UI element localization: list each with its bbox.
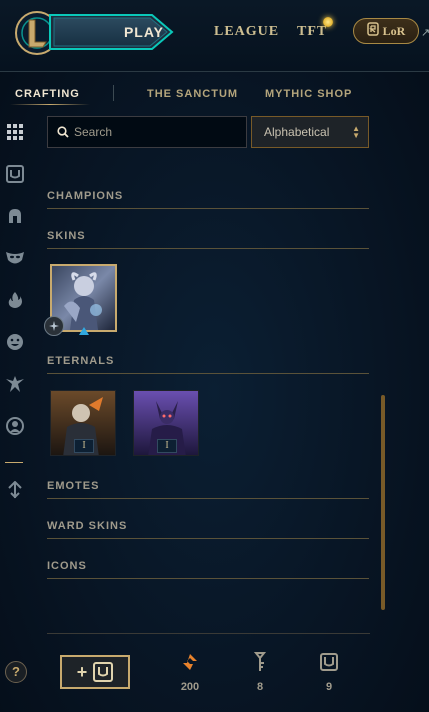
currency-keys: 8 bbox=[240, 651, 280, 693]
lor-button[interactable]: LoR bbox=[353, 18, 419, 44]
section-divider bbox=[47, 208, 369, 209]
section-eternals[interactable]: ETERNALS bbox=[47, 355, 114, 367]
search-field[interactable] bbox=[47, 116, 247, 148]
client-window: PLAY LEAGUE TFT LoR ↗ CRAFTING THE SANCT… bbox=[0, 0, 429, 712]
tab-mythic-shop[interactable]: MYTHIC SHOP bbox=[265, 88, 352, 100]
external-arrow-icon: ↗ bbox=[421, 27, 429, 39]
help-button[interactable]: ? bbox=[5, 661, 27, 683]
play-label: PLAY bbox=[123, 24, 165, 40]
all-items-grid-icon[interactable] bbox=[5, 122, 25, 142]
add-chest-button[interactable]: + bbox=[60, 655, 130, 689]
currency-value: 200 bbox=[180, 681, 200, 693]
other-loot-arrows-icon[interactable] bbox=[5, 480, 25, 500]
profile-icon-icon[interactable] bbox=[5, 416, 25, 436]
ward-skin-icon[interactable] bbox=[5, 374, 25, 394]
key-icon bbox=[253, 652, 267, 671]
eternals-flame-icon[interactable] bbox=[5, 290, 25, 310]
top-nav-bar: PLAY LEAGUE TFT LoR ↗ bbox=[0, 0, 429, 72]
skin-mask-icon[interactable] bbox=[5, 248, 25, 268]
currency-chests: 9 bbox=[309, 651, 349, 693]
champion-helmet-icon[interactable] bbox=[5, 206, 25, 226]
section-champions[interactable]: CHAMPIONS bbox=[47, 190, 123, 202]
emote-smiley-icon[interactable] bbox=[5, 332, 25, 352]
nav-league[interactable]: LEAGUE bbox=[214, 24, 279, 40]
section-emotes[interactable]: EMOTES bbox=[47, 480, 99, 492]
active-tab-underline bbox=[10, 104, 90, 105]
search-icon bbox=[57, 126, 69, 138]
eternal-loot-tile[interactable]: I bbox=[133, 390, 199, 456]
tab-the-sanctum[interactable]: THE SANCTUM bbox=[147, 88, 238, 100]
chest-icon bbox=[320, 653, 338, 671]
section-divider bbox=[47, 578, 369, 579]
lor-icon bbox=[366, 22, 379, 40]
notification-dot bbox=[323, 17, 333, 27]
loot-scrollbar[interactable] bbox=[381, 395, 385, 610]
orange-essence-icon bbox=[183, 654, 197, 670]
section-skins[interactable]: SKINS bbox=[47, 230, 86, 242]
rarity-badge-icon bbox=[44, 316, 64, 336]
section-divider bbox=[47, 373, 369, 374]
search-input[interactable] bbox=[74, 117, 244, 147]
play-button[interactable]: PLAY bbox=[42, 13, 177, 51]
section-divider bbox=[47, 498, 369, 499]
eternal-level: I bbox=[157, 439, 177, 453]
sort-arrows-icon: ▲ ▼ bbox=[352, 124, 360, 140]
plus-icon: + bbox=[76, 661, 88, 682]
nav-tft[interactable]: TFT bbox=[297, 24, 327, 40]
sort-dropdown[interactable]: Alphabetical ▲ ▼ bbox=[251, 116, 369, 148]
eternal-level: I bbox=[74, 439, 94, 453]
currency-value: 8 bbox=[256, 681, 264, 693]
chest-filter-icon[interactable] bbox=[5, 164, 25, 184]
sidebar-separator bbox=[5, 462, 23, 463]
tab-divider bbox=[113, 85, 114, 101]
footer-divider bbox=[47, 633, 370, 634]
selected-pointer-icon bbox=[79, 327, 89, 335]
chest-icon bbox=[93, 662, 114, 682]
section-ward-skins[interactable]: WARD SKINS bbox=[47, 520, 127, 532]
section-divider bbox=[47, 538, 369, 539]
currency-value: 9 bbox=[325, 681, 333, 693]
section-divider bbox=[47, 248, 369, 249]
tab-crafting[interactable]: CRAFTING bbox=[15, 88, 80, 100]
currency-orange-essence: 200 bbox=[170, 651, 210, 693]
lor-label: LoR bbox=[382, 23, 406, 38]
section-icons[interactable]: ICONS bbox=[47, 560, 87, 572]
eternal-loot-tile[interactable]: I bbox=[50, 390, 116, 456]
sort-selected-label: Alphabetical bbox=[264, 125, 330, 139]
